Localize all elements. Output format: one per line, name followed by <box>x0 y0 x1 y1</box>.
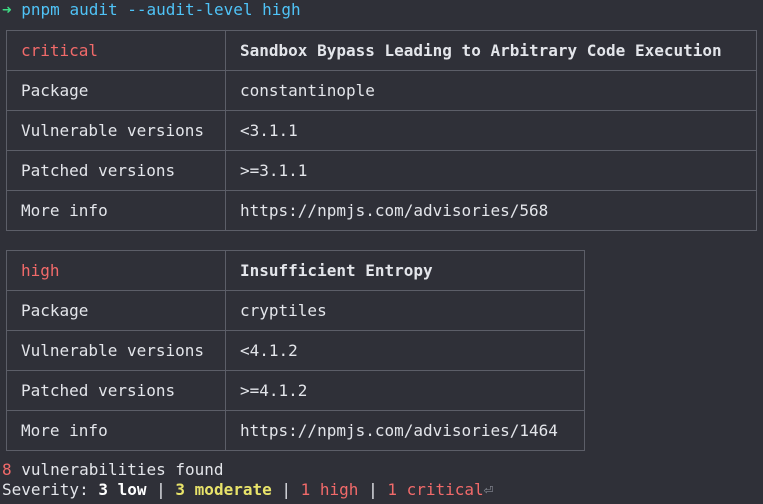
row-label: Package <box>6 290 226 331</box>
row-value: cryptiles <box>225 290 585 331</box>
critical-count: 1 critical <box>387 480 484 499</box>
advisory-table-critical: critical Sandbox Bypass Leading to Arbit… <box>6 30 757 231</box>
found-text: vulnerabilities found <box>11 460 224 479</box>
high-count: 1 high <box>300 480 359 499</box>
row-label: Vulnerable versions <box>6 330 226 371</box>
vulnerabilities-found-line: 8 vulnerabilities found <box>2 460 224 480</box>
advisory-link[interactable]: https://npmjs.com/advisories/568 <box>225 190 757 231</box>
advisory-title: Sandbox Bypass Leading to Arbitrary Code… <box>225 30 757 71</box>
advisory-table-high: high Insufficient Entropy Package crypti… <box>6 250 585 451</box>
row-label: More info <box>6 190 226 231</box>
prompt-arrow-icon: ➜ <box>2 0 12 19</box>
severity-summary-label: Severity: <box>2 480 99 499</box>
severity-label: critical <box>6 30 226 71</box>
separator: | <box>271 480 301 499</box>
low-count: 3 low <box>98 480 147 499</box>
moderate-count: 3 moderate <box>175 480 272 499</box>
row-label: Package <box>6 70 226 111</box>
row-value: constantinople <box>225 70 757 111</box>
table-row: Vulnerable versions <4.1.2 <box>6 330 585 371</box>
separator: | <box>358 480 388 499</box>
advisory-link[interactable]: https://npmjs.com/advisories/1464 <box>225 410 585 451</box>
row-value: <3.1.1 <box>225 110 757 151</box>
table-row: Package constantinople <box>6 70 757 111</box>
prompt-line: ➜ pnpm audit --audit-level high <box>2 0 301 20</box>
separator: | <box>146 480 176 499</box>
row-value: >=4.1.2 <box>225 370 585 411</box>
table-row: Patched versions >=4.1.2 <box>6 370 585 411</box>
advisory-title: Insufficient Entropy <box>225 250 585 291</box>
advisory-header-row: critical Sandbox Bypass Leading to Arbit… <box>6 30 757 71</box>
vulnerability-count: 8 <box>2 460 12 479</box>
table-row: More info https://npmjs.com/advisories/1… <box>6 410 585 451</box>
severity-summary-line: Severity: 3 low | 3 moderate | 1 high | … <box>2 480 493 500</box>
return-icon: ⏎ <box>483 480 494 499</box>
row-value: <4.1.2 <box>225 330 585 371</box>
row-label: Patched versions <box>6 150 226 191</box>
table-row: Vulnerable versions <3.1.1 <box>6 110 757 151</box>
severity-label: high <box>6 250 226 291</box>
table-row: Package cryptiles <box>6 290 585 331</box>
row-label: More info <box>6 410 226 451</box>
row-label: Patched versions <box>6 370 226 411</box>
row-value: >=3.1.1 <box>225 150 757 191</box>
table-row: More info https://npmjs.com/advisories/5… <box>6 190 757 231</box>
command-text: pnpm audit --audit-level high <box>21 0 301 19</box>
table-row: Patched versions >=3.1.1 <box>6 150 757 191</box>
advisory-header-row: high Insufficient Entropy <box>6 250 585 291</box>
row-label: Vulnerable versions <box>6 110 226 151</box>
